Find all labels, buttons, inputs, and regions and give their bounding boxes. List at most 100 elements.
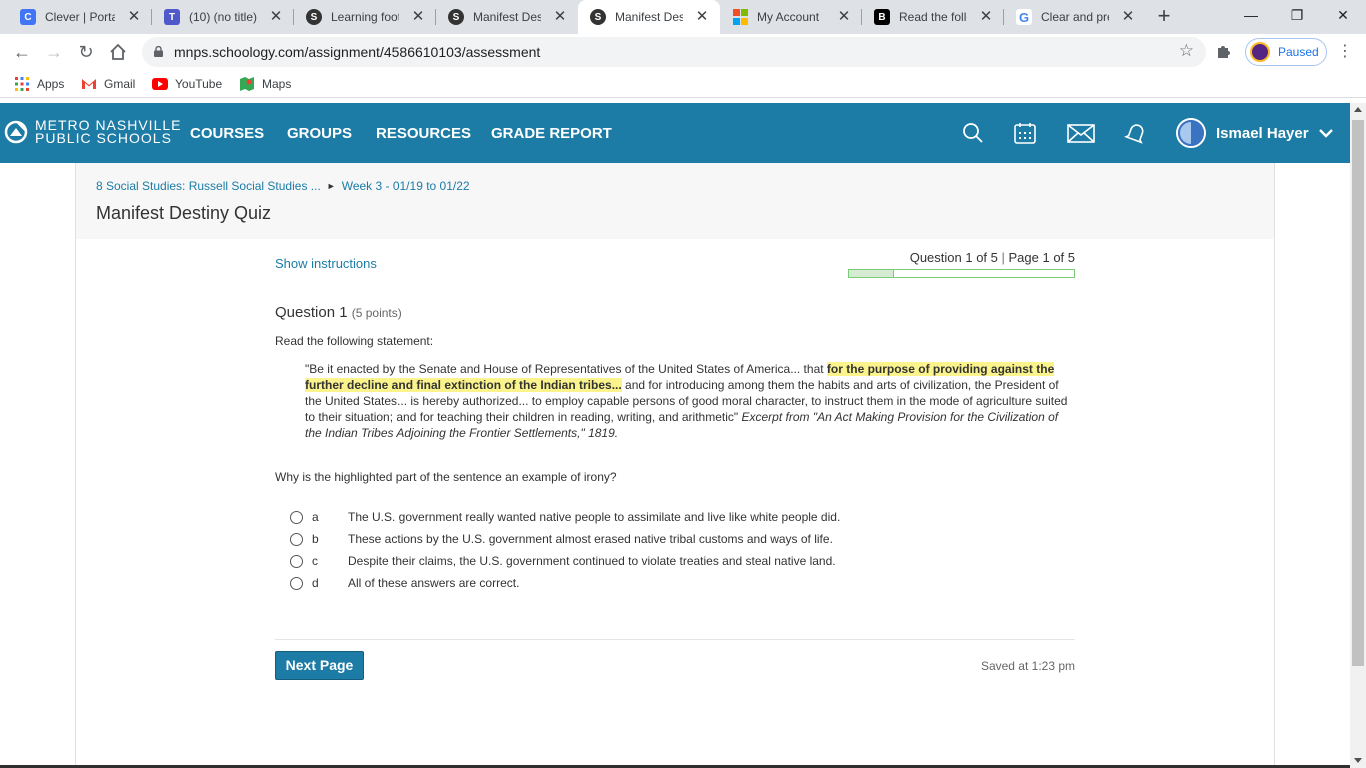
scrollbar-thumb[interactable] [1352, 120, 1364, 666]
next-page-button[interactable]: Next Page [275, 651, 364, 680]
logo-text: METRO NASHVILLE PUBLIC SCHOOLS [35, 118, 181, 145]
choice-letter: b [312, 532, 319, 546]
browser-tab[interactable]: S Manifest Desti ✕ [436, 0, 578, 34]
scroll-down-arrow-icon[interactable] [1354, 758, 1362, 763]
schoology-icon: S [448, 9, 464, 25]
schoology-icon: S [306, 9, 322, 25]
close-icon[interactable]: ✕ [552, 9, 568, 25]
tab-title: (10) (no title) | [189, 10, 257, 24]
nav-grade-report[interactable]: GRADE REPORT [491, 125, 612, 142]
chevron-down-icon[interactable] [1318, 125, 1334, 141]
tab-strip: C Clever | Portal ✕ T (10) (no title) | … [0, 0, 1366, 34]
tab-title: Clever | Portal [45, 10, 115, 24]
close-icon[interactable]: ✕ [978, 9, 994, 25]
reload-button[interactable]: ↻ [73, 39, 99, 65]
tab-title: My Account [757, 10, 820, 24]
nav-groups[interactable]: GROUPS [287, 125, 352, 142]
back-button[interactable]: ← [9, 39, 35, 65]
browser-tab-active[interactable]: S Manifest Desti ✕ [578, 0, 720, 34]
tab-title: Manifest Desti [615, 10, 683, 24]
nav-resources[interactable]: RESOURCES [376, 125, 471, 142]
quiz-progress-bar [848, 269, 1075, 278]
choice-text[interactable]: These actions by the U.S. government alm… [348, 532, 833, 546]
bookmark-maps[interactable]: Maps [239, 76, 291, 92]
apps-grid-icon [14, 76, 30, 92]
bookmark-youtube[interactable]: YouTube [152, 76, 222, 92]
avatar[interactable] [1176, 118, 1206, 148]
answer-choice-d[interactable]: d All of these answers are correct. [290, 574, 519, 592]
progress-fill [849, 270, 894, 277]
lock-icon [154, 46, 163, 57]
close-icon[interactable]: ✕ [1120, 9, 1136, 25]
profile-avatar [1250, 42, 1270, 62]
answer-choice-a[interactable]: a The U.S. government really wanted nati… [290, 508, 840, 526]
restore-button[interactable]: ❐ [1274, 0, 1320, 30]
bookmark-label: YouTube [175, 77, 223, 91]
extensions-icon[interactable] [1215, 42, 1235, 62]
close-icon[interactable]: ✕ [836, 9, 852, 25]
radio-button[interactable] [290, 576, 303, 590]
browser-tab[interactable]: My Account ✕ [720, 0, 862, 34]
browser-tab[interactable]: S Learning footb ✕ [294, 0, 436, 34]
prompt-term: irony [583, 470, 610, 484]
prompt-text: Why is the highlighted part of the sente… [275, 470, 584, 484]
microsoft-icon [732, 9, 748, 25]
choice-text[interactable]: Despite their claims, the U.S. governmen… [348, 554, 836, 568]
home-button[interactable] [105, 39, 131, 65]
breadcrumb-course[interactable]: 8 Social Studies: Russell Social Studies… [96, 179, 321, 193]
forward-button[interactable]: → [41, 39, 67, 65]
teams-icon: T [164, 9, 180, 25]
schoology-icon: S [590, 9, 606, 25]
breadcrumb-folder[interactable]: Week 3 - 01/19 to 01/22 [342, 179, 470, 193]
close-icon[interactable]: ✕ [268, 9, 284, 25]
close-icon[interactable]: ✕ [694, 9, 710, 25]
bookmark-gmail[interactable]: Gmail [81, 76, 135, 92]
scroll-up-arrow-icon[interactable] [1354, 107, 1362, 112]
district-logo[interactable]: METRO NASHVILLE PUBLIC SCHOOLS [4, 118, 181, 145]
question-heading: Question 1 (5 points) [275, 304, 402, 321]
show-instructions-link[interactable]: Show instructions [275, 256, 377, 271]
bookmark-label: Apps [37, 77, 65, 91]
breadcrumb: 8 Social Studies: Russell Social Studies… [96, 179, 470, 193]
radio-button[interactable] [290, 510, 303, 524]
logo-mark-icon [4, 120, 28, 144]
breadcrumb-arrow-icon: ► [326, 181, 336, 191]
radio-button[interactable] [290, 532, 303, 546]
nav-courses[interactable]: COURSES [190, 125, 264, 142]
choice-text[interactable]: The U.S. government really wanted native… [348, 510, 840, 524]
question-counter: Question 1 of 5 | Page 1 of 5 [910, 250, 1075, 265]
close-window-button[interactable]: ✕ [1320, 0, 1366, 30]
user-name[interactable]: Ismael Hayer [1216, 125, 1309, 142]
choice-text[interactable]: All of these answers are correct. [348, 576, 519, 590]
browser-tab[interactable]: G Clear and pres ✕ [1004, 0, 1146, 34]
choice-letter: c [312, 554, 318, 568]
choice-letter: d [312, 576, 319, 590]
choice-letter: a [312, 510, 319, 524]
clever-icon: C [20, 9, 36, 25]
address-bar[interactable]: mnps.schoology.com/assignment/4586610103… [142, 37, 1206, 67]
mail-icon[interactable] [1067, 121, 1095, 145]
browser-tab[interactable]: T (10) (no title) | ✕ [152, 0, 294, 34]
search-icon[interactable] [961, 121, 985, 145]
page-header: 8 Social Studies: Russell Social Studies… [76, 163, 1274, 239]
notifications-icon[interactable] [1124, 121, 1148, 145]
question-points: (5 points) [351, 306, 402, 320]
radio-button[interactable] [290, 554, 303, 568]
quoted-statement: "Be it enacted by the Senate and House o… [305, 361, 1075, 441]
browser-tab[interactable]: C Clever | Portal ✕ [8, 0, 152, 34]
minimize-button[interactable]: — [1228, 0, 1274, 30]
new-tab-button[interactable]: + [1151, 5, 1177, 29]
browser-tab[interactable]: B Read the follov ✕ [862, 0, 1004, 34]
close-icon[interactable]: ✕ [126, 9, 142, 25]
question-prompt: Why is the highlighted part of the sente… [275, 470, 617, 484]
divider [275, 639, 1075, 640]
answer-choice-b[interactable]: b These actions by the U.S. government a… [290, 530, 833, 548]
bookmark-star-icon[interactable]: ☆ [1179, 41, 1194, 61]
answer-choice-c[interactable]: c Despite their claims, the U.S. governm… [290, 552, 836, 570]
calendar-icon[interactable] [1013, 121, 1037, 145]
close-icon[interactable]: ✕ [410, 9, 426, 25]
bookmark-apps[interactable]: Apps [14, 76, 64, 92]
profile-button[interactable]: Paused [1245, 38, 1327, 66]
menu-icon[interactable]: ⋮ [1337, 41, 1353, 61]
page-scrollbar[interactable] [1350, 103, 1366, 768]
